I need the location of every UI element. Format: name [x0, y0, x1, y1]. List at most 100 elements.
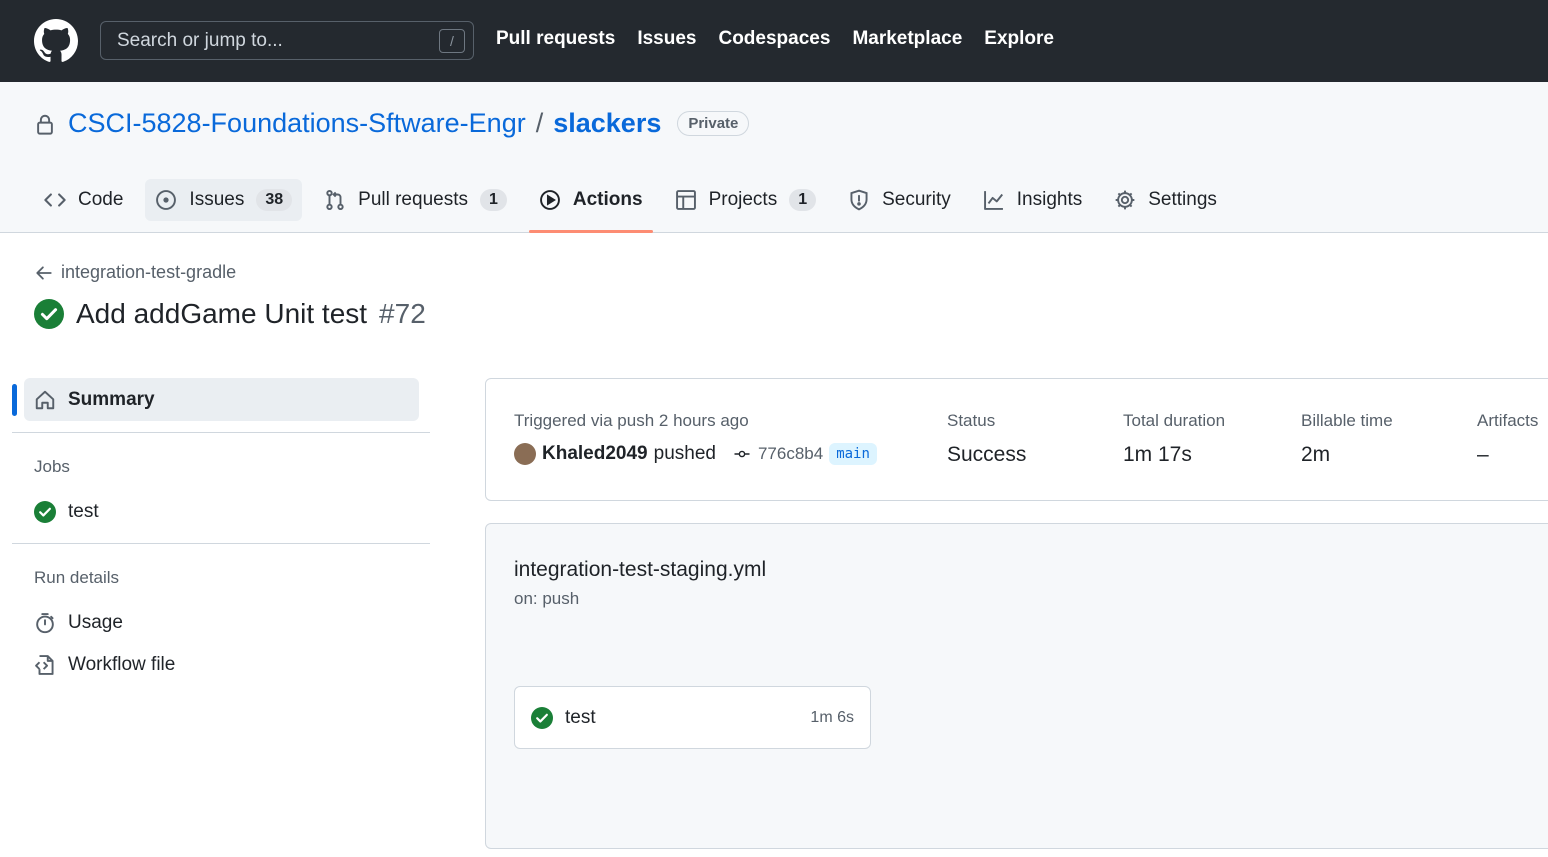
repo-header: CSCI-5828-Foundations-Sftware-Engr / sla… — [0, 82, 1548, 233]
tab-insights[interactable]: Insights — [973, 179, 1092, 221]
duration-label: Total duration — [1123, 411, 1226, 430]
tab-issues[interactable]: Issues 38 — [145, 179, 303, 221]
actor-link[interactable]: Khaled2049 — [542, 443, 648, 465]
issues-count-badge: 38 — [256, 189, 293, 211]
workflow-trigger: on: push — [514, 589, 580, 608]
billable-column: Billable time 2m — [1301, 411, 1393, 467]
repo-separator: / — [535, 108, 544, 138]
visibility-badge: Private — [677, 111, 750, 136]
tab-pull-requests[interactable]: Pull requests 1 — [314, 179, 517, 221]
push-info: Khaled2049 pushed 776c8b4 main — [514, 443, 877, 465]
graph-icon — [983, 191, 1003, 210]
nav-explore[interactable]: Explore — [984, 28, 1054, 50]
artifacts-label: Artifacts — [1477, 411, 1539, 430]
nav-pull-requests[interactable]: Pull requests — [496, 28, 615, 50]
check-circle-fill-icon — [34, 501, 56, 523]
status-value: Success — [947, 443, 1027, 466]
git-commit-icon — [734, 450, 750, 458]
sidebar-divider — [12, 432, 430, 433]
tab-label: Actions — [572, 189, 643, 210]
file-code-icon — [35, 655, 54, 675]
tab-label: Insights — [1016, 189, 1083, 210]
jobs-heading: Jobs — [34, 457, 70, 476]
sidebar-item-summary[interactable]: Summary — [12, 378, 419, 421]
status-column: Status Success — [947, 411, 1026, 467]
push-action: pushed — [653, 443, 716, 464]
run-details-heading: Run details — [34, 568, 120, 587]
search-shortcut-key: / — [439, 29, 465, 53]
tab-actions[interactable]: Actions — [528, 179, 653, 233]
job-duration: 1m 6s — [810, 708, 854, 726]
commit-sha: 776c8b4 — [757, 444, 824, 463]
branch-label[interactable]: main — [829, 443, 877, 465]
run-title-text: Add addGame Unit test — [76, 298, 368, 329]
workflow-file-name: integration-test-staging.yml — [514, 558, 767, 581]
search-input[interactable]: Search or jump to... / — [100, 21, 474, 60]
search-placeholder: Search or jump to... — [117, 29, 283, 51]
status-label: Status — [947, 411, 996, 430]
billable-label: Billable time — [1301, 411, 1393, 430]
sidebar-item-label: Usage — [68, 612, 123, 633]
repo-title: CSCI-5828-Foundations-Sftware-Engr / sla… — [34, 108, 750, 139]
run-sidebar: Summary Jobs test Run details Usage Work… — [12, 378, 430, 676]
repo-tabs: Code Issues 38 Pull requests 1 Actions P… — [34, 179, 1239, 233]
sidebar-divider — [12, 543, 430, 544]
tab-projects[interactable]: Projects 1 — [665, 179, 827, 221]
projects-count-badge: 1 — [789, 189, 817, 211]
billable-value: 2m — [1301, 443, 1331, 466]
artifacts-value: – — [1477, 443, 1489, 466]
sidebar-item-workflow-file[interactable]: Workflow file — [12, 654, 430, 676]
lock-icon — [37, 114, 53, 135]
global-nav: Pull requests Issues Codespaces Marketpl… — [496, 28, 1054, 50]
code-icon — [44, 193, 66, 207]
job-card-test[interactable]: test 1m 6s — [514, 686, 871, 749]
sidebar-item-label: Summary — [68, 388, 155, 410]
workflow-graph: integration-test-staging.yml on: push te… — [485, 523, 1548, 849]
repo-owner-link[interactable]: CSCI-5828-Foundations-Sftware-Engr — [68, 108, 526, 139]
play-circle-icon — [539, 190, 560, 210]
commit-sha-link[interactable]: 776c8b4 — [732, 444, 823, 464]
github-logo-icon[interactable] — [34, 19, 78, 63]
sidebar-item-label: Workflow file — [68, 654, 176, 675]
tab-label: Security — [882, 189, 951, 210]
table-icon — [675, 190, 696, 210]
issue-opened-icon — [156, 190, 177, 210]
tab-label: Projects — [708, 189, 778, 210]
tab-settings[interactable]: Settings — [1104, 179, 1227, 221]
run-title: Add addGame Unit test #72 — [34, 298, 426, 330]
back-to-workflow-link[interactable]: integration-test-gradle — [35, 262, 236, 283]
duration-value: 1m 17s — [1123, 443, 1192, 466]
tab-security[interactable]: Security — [838, 179, 961, 221]
run-number: #72 — [379, 298, 426, 329]
git-pull-request-icon — [326, 189, 344, 211]
gear-icon — [1115, 190, 1135, 210]
home-icon — [35, 390, 55, 409]
sidebar-item-job-test[interactable]: test — [12, 501, 430, 523]
shield-icon — [850, 189, 868, 211]
duration-column: Total duration 1m 17s — [1123, 411, 1225, 467]
tab-label: Issues — [189, 189, 245, 210]
trigger-column: Triggered via push 2 hours ago Khaled204… — [514, 411, 877, 465]
avatar[interactable] — [514, 443, 536, 465]
nav-codespaces[interactable]: Codespaces — [718, 28, 830, 50]
run-summary-box: Triggered via push 2 hours ago Khaled204… — [485, 378, 1548, 501]
global-header: Search or jump to... / Pull requests Iss… — [0, 0, 1548, 82]
check-circle-fill-icon — [531, 706, 553, 729]
check-circle-fill-icon — [34, 299, 64, 329]
tab-label: Settings — [1148, 189, 1217, 210]
pulls-count-badge: 1 — [479, 189, 507, 211]
sidebar-item-label: test — [68, 501, 99, 522]
nav-issues[interactable]: Issues — [637, 28, 696, 50]
repo-name-link[interactable]: slackers — [553, 108, 661, 139]
tab-label: Code — [78, 189, 124, 210]
stopwatch-icon — [36, 613, 54, 634]
sidebar-item-usage[interactable]: Usage — [12, 612, 430, 634]
artifacts-column: Artifacts – — [1477, 411, 1538, 467]
tab-code[interactable]: Code — [34, 179, 133, 221]
trigger-text: Triggered via push 2 hours ago — [514, 411, 749, 430]
back-link-label: integration-test-gradle — [61, 262, 237, 282]
tab-label: Pull requests — [358, 189, 468, 210]
arrow-left-icon — [36, 265, 52, 280]
job-name: test — [565, 706, 596, 728]
nav-marketplace[interactable]: Marketplace — [852, 28, 962, 50]
